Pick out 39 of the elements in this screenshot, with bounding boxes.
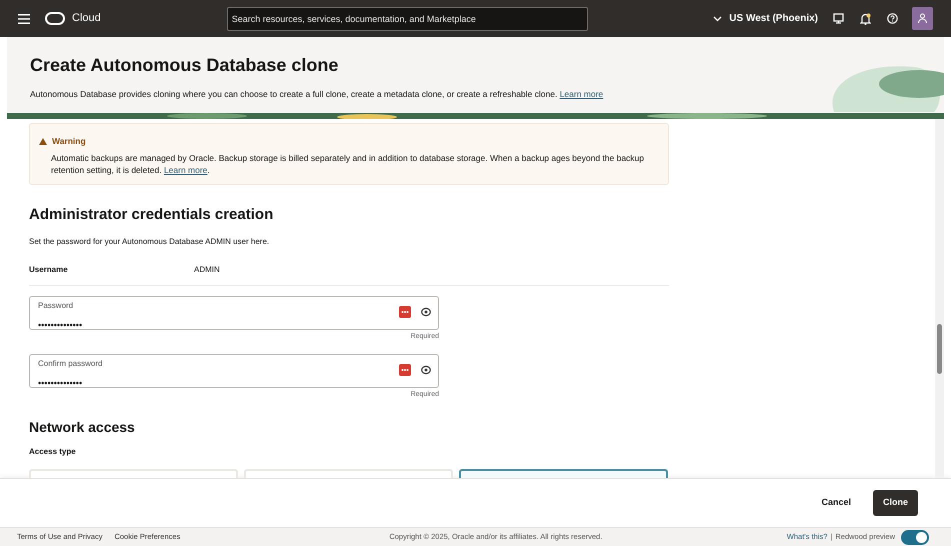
region-selector[interactable]: US West (Phoenix) — [713, 11, 818, 26]
warning-title: Warning — [52, 135, 86, 148]
period-text: . — [207, 164, 210, 175]
section-heading: Administrator credentials creation — [29, 205, 274, 225]
scrollbar-thumb[interactable] — [937, 324, 942, 374]
username-label: Username — [29, 264, 69, 276]
learn-more-link[interactable]: Learn more — [164, 164, 208, 175]
field-label: Password — [38, 300, 74, 312]
page-description: Autonomous Database provides cloning where you can choose to create a full clone, create a metadata clone, or create a refreshable clone. Learn more — [30, 88, 604, 101]
learn-more-link[interactable]: Learn more — [560, 89, 604, 99]
field-label: Confirm password — [38, 358, 104, 370]
username-value: ADMIN — [194, 264, 220, 276]
chevron-down-icon — [713, 16, 722, 22]
password-manager-icon[interactable] — [399, 364, 411, 376]
eye-icon[interactable] — [421, 306, 431, 316]
warning-icon — [39, 138, 47, 145]
preview-toggle[interactable] — [901, 530, 929, 544]
clone-button[interactable]: Clone — [872, 490, 918, 516]
search-field[interactable]: Search resources, services, documentation, and Marketplace — [226, 6, 588, 30]
access-type-label: Access type — [29, 446, 77, 458]
page-title: Create Autonomous Database clone — [30, 54, 338, 77]
section-description: Set the password for your Autonomous Database ADMIN user here. — [29, 236, 270, 248]
bell-icon[interactable] — [860, 12, 871, 24]
password-field[interactable]: Password •••••••••••••• — [29, 296, 439, 330]
section-heading: Network access — [29, 418, 136, 436]
monitor-icon[interactable] — [833, 13, 844, 24]
brand-name: Cloud — [72, 11, 101, 26]
cancel-button[interactable]: Cancel — [813, 488, 859, 518]
password-input[interactable]: •••••••••••••• — [38, 318, 378, 332]
help-icon[interactable] — [887, 13, 898, 24]
menu-icon[interactable] — [18, 14, 30, 24]
password-input[interactable]: •••••••••••••• — [38, 377, 378, 390]
warning-text: Automatic backups are managed by Oracle. Backup storage is billed separately and in addition to database storage. When a backup ages beyond the backup retention setting, it is deleted. Learn more. — [51, 152, 646, 176]
password-manager-icon[interactable] — [399, 306, 411, 318]
access-type-option[interactable] — [459, 468, 668, 478]
user-avatar-icon[interactable] — [912, 7, 933, 30]
eye-icon[interactable] — [421, 365, 431, 375]
password-field[interactable]: Confirm password •••••••••••••• — [29, 354, 439, 388]
logo-icon[interactable] — [45, 12, 65, 25]
